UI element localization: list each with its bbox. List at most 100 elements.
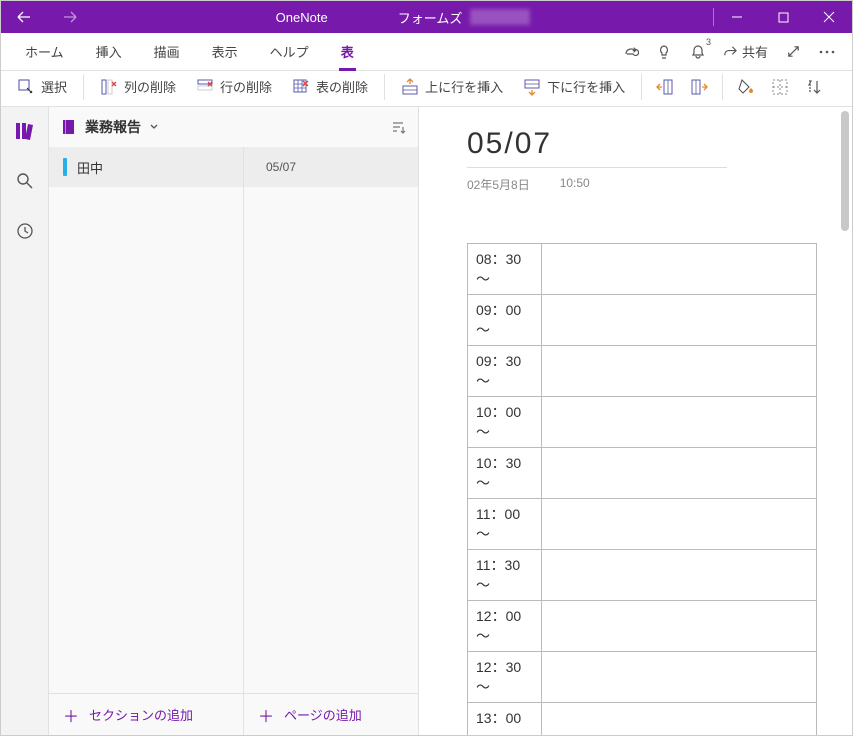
- page-item-date: 05/07: [266, 160, 296, 174]
- lightbulb-icon[interactable]: [647, 33, 681, 71]
- page-canvas[interactable]: 05/07 02年5月8日 10:50 08：30～09：00～09：30～10…: [419, 107, 852, 735]
- time-cell[interactable]: 08：30～: [468, 244, 542, 295]
- forms-label-area: フォームズ: [398, 8, 531, 27]
- value-cell[interactable]: [541, 601, 816, 652]
- delete-row-button[interactable]: 行の削除: [188, 73, 280, 101]
- table-row[interactable]: 11：00～: [468, 499, 817, 550]
- section-column: 田中 ＋ セクションの追加: [49, 147, 244, 735]
- page-item[interactable]: 05/07: [244, 147, 418, 187]
- nav-back-button[interactable]: [1, 1, 47, 33]
- delete-row-label: 行の削除: [220, 77, 272, 96]
- time-cell[interactable]: 09：30～: [468, 346, 542, 397]
- time-cell[interactable]: 10：30～: [468, 448, 542, 499]
- tab-draw[interactable]: 描画: [138, 33, 196, 71]
- time-cell[interactable]: 10：00～: [468, 397, 542, 448]
- value-cell[interactable]: [541, 397, 816, 448]
- table-row[interactable]: 12：00～: [468, 601, 817, 652]
- add-page-label: ページの追加: [284, 705, 362, 724]
- notebook-icon: [61, 119, 77, 135]
- delete-column-button[interactable]: 列の削除: [92, 73, 184, 101]
- time-cell[interactable]: 13：00～: [468, 703, 542, 736]
- notification-bell-icon[interactable]: 3: [681, 33, 715, 71]
- rail-search-icon[interactable]: [9, 165, 41, 197]
- value-cell[interactable]: [541, 652, 816, 703]
- insert-row-above-button[interactable]: 上に行を挿入: [393, 73, 511, 101]
- insert-above-label: 上に行を挿入: [425, 77, 503, 96]
- sync-status-icon[interactable]: [613, 33, 647, 71]
- more-icon[interactable]: [810, 33, 844, 71]
- section-label: 田中: [77, 158, 103, 177]
- table-row[interactable]: 08：30～: [468, 244, 817, 295]
- notebook-header[interactable]: 業務報告: [49, 107, 418, 147]
- nav-forward-button[interactable]: [47, 1, 93, 33]
- value-cell[interactable]: [541, 550, 816, 601]
- tab-insert[interactable]: 挿入: [80, 33, 138, 71]
- sort-button[interactable]: [799, 73, 829, 101]
- scrollbar-thumb[interactable]: [841, 111, 849, 231]
- insert-row-below-button[interactable]: 下に行を挿入: [515, 73, 633, 101]
- value-cell[interactable]: [541, 295, 816, 346]
- value-cell[interactable]: [541, 244, 816, 295]
- value-cell[interactable]: [541, 448, 816, 499]
- fullscreen-icon[interactable]: [776, 33, 810, 71]
- page-title[interactable]: 05/07: [467, 127, 727, 168]
- select-table-button[interactable]: 選択: [9, 73, 75, 101]
- value-cell[interactable]: [541, 346, 816, 397]
- sort-icon[interactable]: [390, 119, 406, 135]
- tab-table[interactable]: 表: [325, 33, 370, 71]
- scrollbar-track[interactable]: [836, 107, 852, 735]
- delete-table-label: 表の削除: [316, 77, 368, 96]
- value-cell[interactable]: [541, 703, 816, 736]
- rail-recent-icon[interactable]: [9, 215, 41, 247]
- insert-col-right-button[interactable]: [684, 73, 714, 101]
- table-row[interactable]: 09：30～: [468, 346, 817, 397]
- insert-below-label: 下に行を挿入: [547, 77, 625, 96]
- plus-icon: ＋: [63, 703, 79, 727]
- select-label: 選択: [41, 77, 67, 96]
- app-title: OneNote: [276, 10, 328, 25]
- delete-table-button[interactable]: 表の削除: [284, 73, 376, 101]
- delete-row-icon: [196, 78, 214, 96]
- plus-icon: ＋: [258, 703, 274, 727]
- time-cell[interactable]: 11：00～: [468, 499, 542, 550]
- maximize-button[interactable]: [760, 1, 806, 33]
- rail-notebooks-icon[interactable]: [9, 115, 41, 147]
- page-meta: 02年5月8日 10:50: [467, 176, 822, 193]
- hide-borders-button[interactable]: [765, 73, 795, 101]
- ribbon-commands: 選択 列の削除 行の削除 表の削除 上に行を挿入 下に行を挿入: [1, 71, 852, 107]
- titlebar: OneNote フォームズ: [1, 1, 852, 33]
- add-page-button[interactable]: ＋ ページの追加: [244, 693, 418, 735]
- add-section-label: セクションの追加: [89, 705, 193, 724]
- section-item[interactable]: 田中: [49, 147, 243, 187]
- shading-button[interactable]: [731, 73, 761, 101]
- select-icon: [17, 78, 35, 96]
- time-cell[interactable]: 11：30～: [468, 550, 542, 601]
- insert-col-left-button[interactable]: [650, 73, 680, 101]
- tab-view[interactable]: 表示: [196, 33, 254, 71]
- table-row[interactable]: 13：00～: [468, 703, 817, 736]
- account-blur: [470, 9, 530, 25]
- table-row[interactable]: 10：30～: [468, 448, 817, 499]
- insert-above-icon: [401, 78, 419, 96]
- minimize-button[interactable]: [714, 1, 760, 33]
- ribbon-tabs: ホーム 挿入 描画 表示 ヘルプ 表 3 共有: [1, 33, 852, 71]
- schedule-table[interactable]: 08：30～09：00～09：30～10：00～10：30～11：00～11：3…: [467, 243, 817, 735]
- page-date: 02年5月8日: [467, 176, 530, 193]
- time-cell[interactable]: 12：30～: [468, 652, 542, 703]
- time-cell[interactable]: 12：00～: [468, 601, 542, 652]
- value-cell[interactable]: [541, 499, 816, 550]
- table-row[interactable]: 12：30～: [468, 652, 817, 703]
- close-button[interactable]: [806, 1, 852, 33]
- add-section-button[interactable]: ＋ セクションの追加: [49, 693, 243, 735]
- share-button[interactable]: 共有: [715, 42, 776, 61]
- time-cell[interactable]: 09：00～: [468, 295, 542, 346]
- table-row[interactable]: 11：30～: [468, 550, 817, 601]
- tab-help[interactable]: ヘルプ: [254, 33, 325, 71]
- table-row[interactable]: 09：00～: [468, 295, 817, 346]
- delete-column-label: 列の削除: [124, 77, 176, 96]
- left-rail: [1, 107, 49, 735]
- tab-home[interactable]: ホーム: [9, 33, 80, 71]
- notebook-name: 業務報告: [85, 117, 141, 137]
- notification-count: 3: [706, 37, 711, 47]
- table-row[interactable]: 10：00～: [468, 397, 817, 448]
